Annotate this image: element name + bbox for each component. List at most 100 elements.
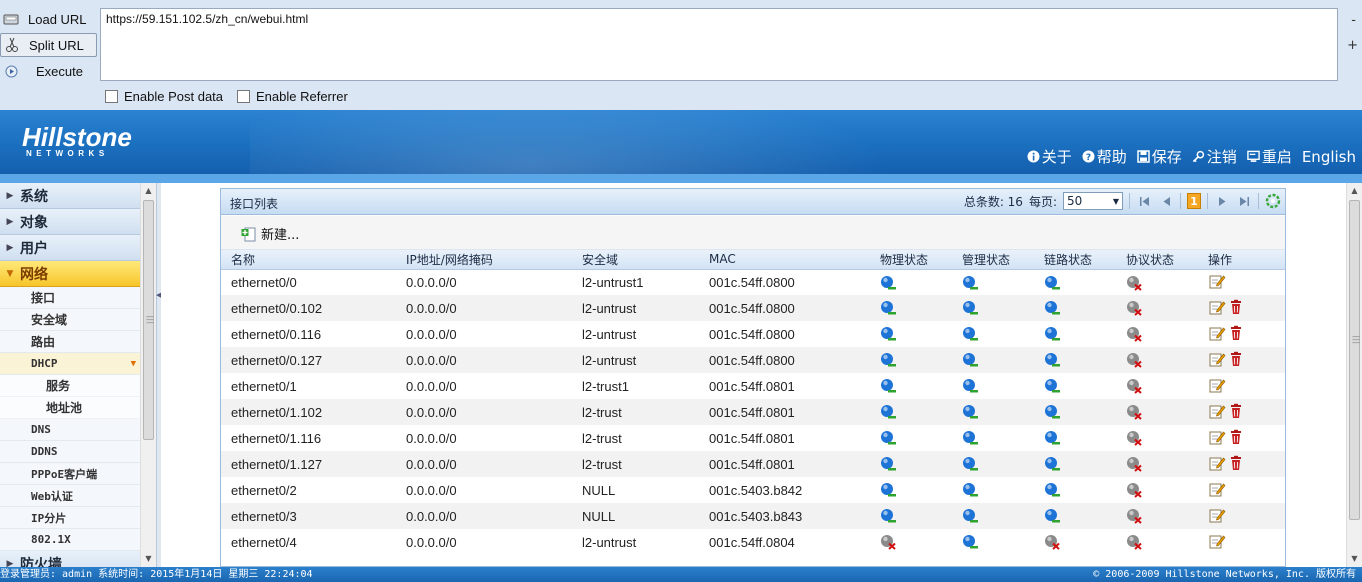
scroll-up-icon[interactable]: ▲	[1347, 183, 1362, 199]
enable-post-box[interactable]	[105, 90, 118, 103]
logout-key-icon	[1192, 150, 1205, 163]
sidebar-item-ipfrag[interactable]: IP分片	[0, 507, 140, 529]
url-input[interactable]: https://59.151.102.5/zh_cn/webui.html	[100, 8, 1338, 81]
menu-network[interactable]: ▼ 网络	[0, 261, 140, 287]
edit-icon[interactable]	[1208, 351, 1226, 370]
next-page-icon[interactable]	[1214, 192, 1230, 210]
status-up-icon	[962, 275, 980, 291]
scrollbar-thumb[interactable]: — — —	[1349, 200, 1360, 520]
table-row[interactable]: ethernet0/1.116 0.0.0.0/0 l2-trust 001c.54f…	[221, 425, 1285, 451]
table-row[interactable]: ethernet0/1.127 0.0.0.0/0 l2-trust 001c.54f…	[221, 451, 1285, 477]
column-header-zone[interactable]: 安全域	[572, 250, 699, 270]
enable-referrer-checkbox[interactable]: Enable Referrer	[237, 89, 348, 104]
prev-page-icon[interactable]	[1158, 192, 1174, 210]
edit-icon[interactable]	[1208, 481, 1226, 500]
sidebar-item-zone[interactable]: 安全域	[0, 309, 140, 331]
edit-icon[interactable]	[1208, 273, 1226, 292]
cell-link-status	[1034, 529, 1116, 555]
table-row[interactable]: ethernet0/2 0.0.0.0/0 NULL 001c.5403.b842	[221, 477, 1285, 503]
delete-trash-icon[interactable]	[1228, 429, 1244, 448]
table-row[interactable]: ethernet0/0.127 0.0.0.0/0 l2-untrust 001c.5…	[221, 347, 1285, 373]
column-header-link-status[interactable]: 链路状态	[1034, 250, 1116, 270]
scroll-down-icon[interactable]: ▼	[1347, 551, 1362, 567]
edit-icon[interactable]	[1208, 533, 1226, 552]
sidebar-item-webauth[interactable]: Web认证	[0, 485, 140, 507]
status-down-icon	[1126, 534, 1144, 551]
delete-trash-icon[interactable]	[1228, 351, 1244, 370]
delete-trash-icon[interactable]	[1228, 299, 1244, 318]
column-header-phys-status[interactable]: 物理状态	[870, 250, 952, 270]
delete-trash-icon[interactable]	[1228, 455, 1244, 474]
enable-post-checkbox[interactable]: Enable Post data	[105, 89, 223, 104]
status-up-icon	[880, 456, 898, 472]
column-header-name[interactable]: 名称	[221, 250, 396, 270]
edit-icon[interactable]	[1208, 507, 1226, 526]
cell-proto-status	[1116, 503, 1198, 529]
edit-icon[interactable]	[1208, 429, 1226, 448]
menu-system[interactable]: ▶ 系统	[0, 183, 140, 209]
svg-text:?: ?	[1086, 153, 1091, 163]
table-row[interactable]: ethernet0/1 0.0.0.0/0 l2-trust1 001c.54ff.0…	[221, 373, 1285, 399]
sidebar-item-8021x[interactable]: 802.1X	[0, 529, 140, 551]
help-icon: ?	[1082, 150, 1095, 163]
table-row[interactable]: ethernet0/1.102 0.0.0.0/0 l2-trust 001c.54f…	[221, 399, 1285, 425]
load-url-button[interactable]: Load URL	[0, 7, 97, 31]
sidebar-item-dns[interactable]: DNS	[0, 419, 140, 441]
help-link[interactable]: ? 帮助	[1082, 146, 1127, 167]
table-row[interactable]: ethernet0/0.116 0.0.0.0/0 l2-untrust 001c.5…	[221, 321, 1285, 347]
refresh-icon[interactable]	[1265, 192, 1281, 210]
new-interface-button[interactable]: 新建...	[241, 224, 299, 243]
per-page-select[interactable]: 50 ▼	[1063, 192, 1123, 210]
menu-user[interactable]: ▶ 用户	[0, 235, 140, 261]
sidebar-item-dhcp-service[interactable]: 服务	[0, 375, 140, 397]
scroll-down-icon[interactable]: ▼	[141, 551, 156, 567]
table-row[interactable]: ethernet0/0 0.0.0.0/0 l2-untrust1 001c.54ff…	[221, 269, 1285, 295]
banner-swoosh	[250, 110, 950, 174]
menu-firewall[interactable]: ▶ 防火墙	[0, 551, 140, 567]
about-link[interactable]: 关于	[1027, 146, 1072, 167]
save-link[interactable]: 保存	[1137, 146, 1182, 167]
current-page[interactable]: 1	[1187, 193, 1201, 209]
page-scrollbar[interactable]: ▲ — — — ▼	[1346, 183, 1362, 567]
english-link[interactable]: English	[1302, 146, 1356, 167]
column-header-ip[interactable]: IP地址/网络掩码	[396, 250, 572, 270]
status-up-icon	[1044, 482, 1062, 498]
sidebar-item-dhcp-pool[interactable]: 地址池	[0, 397, 140, 419]
scroll-up-icon[interactable]: ▲	[141, 183, 156, 199]
sidebar-menu: ▶ 系统 ▶ 对象 ▶ 用户 ▼ 网络 接口 安全域 路由 DHCP ▼ 服务 地址池 D…	[0, 183, 140, 567]
expand-button[interactable]: +	[1347, 38, 1358, 53]
column-header-admin-status[interactable]: 管理状态	[952, 250, 1034, 270]
delete-trash-icon[interactable]	[1228, 325, 1244, 344]
menu-object[interactable]: ▶ 对象	[0, 209, 140, 235]
column-header-mac[interactable]: MAC	[699, 250, 870, 270]
status-down-icon	[1126, 456, 1144, 473]
shrink-button[interactable]: -	[1351, 13, 1356, 28]
cell-name: ethernet0/0.116	[231, 326, 322, 342]
table-row[interactable]: ethernet0/4 0.0.0.0/0 l2-untrust 001c.54ff.…	[221, 529, 1285, 555]
table-row[interactable]: ethernet0/0.102 0.0.0.0/0 l2-untrust 001c.5…	[221, 295, 1285, 321]
sidebar-item-interface[interactable]: 接口	[0, 287, 140, 309]
sidebar-item-ddns[interactable]: DDNS	[0, 441, 140, 463]
edit-icon[interactable]	[1208, 377, 1226, 396]
split-url-button[interactable]: Split URL	[0, 33, 97, 57]
enable-referrer-box[interactable]	[237, 90, 250, 103]
cell-phys-status	[870, 503, 952, 529]
sidebar-scrollbar[interactable]: ▲ — — — ▼	[140, 183, 156, 567]
first-page-icon[interactable]	[1136, 192, 1152, 210]
edit-icon[interactable]	[1208, 325, 1226, 344]
execute-button[interactable]: Execute	[0, 59, 97, 83]
edit-icon[interactable]	[1208, 299, 1226, 318]
table-row[interactable]: ethernet0/3 0.0.0.0/0 NULL 001c.5403.b843	[221, 503, 1285, 529]
delete-trash-icon[interactable]	[1228, 403, 1244, 422]
scrollbar-thumb[interactable]: — — —	[143, 200, 154, 440]
cell-mac: 001c.54ff.0800	[699, 295, 870, 321]
column-header-proto-status[interactable]: 协议状态	[1116, 250, 1198, 270]
edit-icon[interactable]	[1208, 455, 1226, 474]
restart-link[interactable]: 重启	[1247, 146, 1292, 167]
logout-link[interactable]: 注销	[1192, 146, 1237, 167]
sidebar-item-route[interactable]: 路由	[0, 331, 140, 353]
sidebar-item-pppoe[interactable]: PPPoE客户端	[0, 463, 140, 485]
edit-icon[interactable]	[1208, 403, 1226, 422]
sidebar-item-dhcp[interactable]: DHCP ▼	[0, 353, 140, 375]
last-page-icon[interactable]	[1236, 192, 1252, 210]
